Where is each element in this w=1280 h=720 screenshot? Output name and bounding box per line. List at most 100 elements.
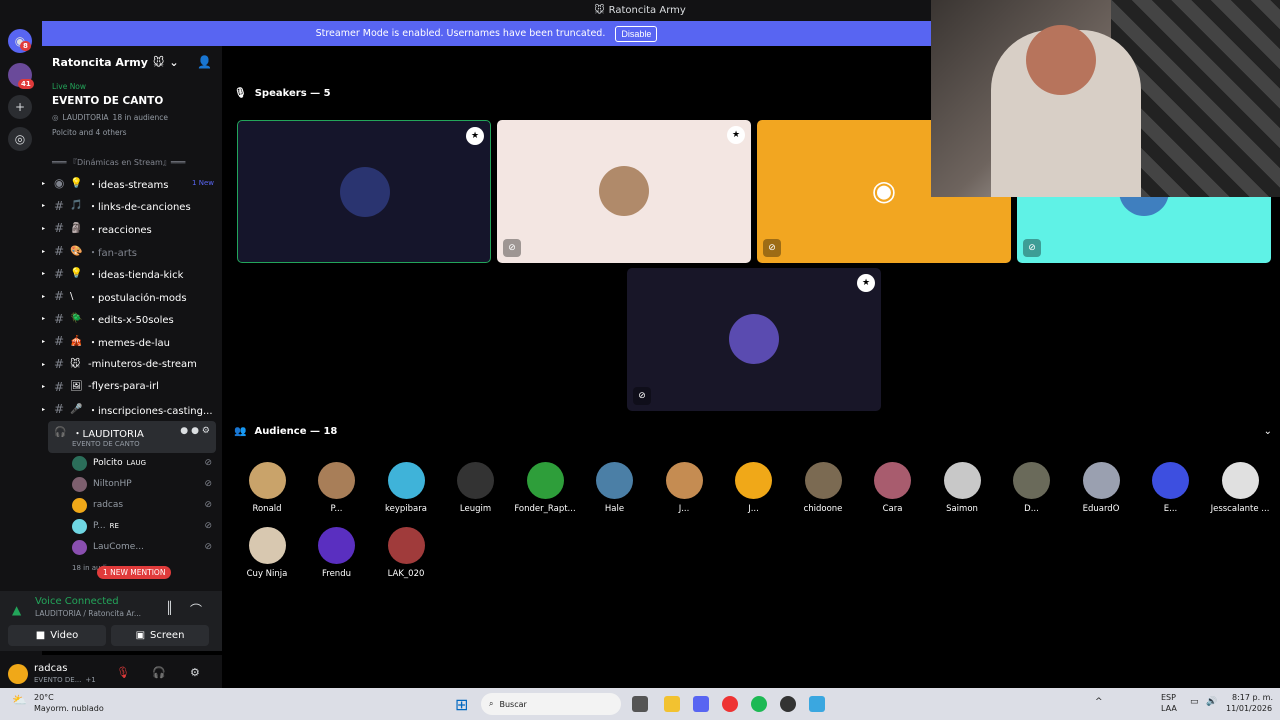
audience-member[interactable]: D...: [997, 462, 1067, 514]
avatar: [457, 462, 494, 499]
avatar: [599, 166, 649, 216]
voice-channel-icon: ◉: [54, 176, 65, 191]
audience-member[interactable]: Fonder_Rapt...: [510, 462, 580, 514]
live-status: Live Now: [52, 82, 87, 91]
chrome-icon[interactable]: [722, 696, 738, 712]
server-title-emoji: 🐭: [594, 5, 605, 16]
headphone-icon: 🎧: [54, 426, 67, 438]
channel-item[interactable]: ▸ # 🖼 -flyers-para-irl: [42, 375, 222, 398]
tray-chevron-icon[interactable]: ^: [1095, 697, 1103, 707]
category-header[interactable]: ═══ 『Dinámicas en Stream』═══: [42, 143, 222, 172]
mic-muted-icon[interactable]: 🎙: [116, 666, 130, 679]
hash-icon: #: [54, 334, 65, 349]
voice-user[interactable]: NiltonHP ⊘: [42, 474, 222, 495]
audience-member[interactable]: EduardO: [1066, 462, 1136, 514]
avatar: [318, 462, 355, 499]
webcam-overlay: [931, 0, 1280, 197]
audience-member[interactable]: Hale: [580, 462, 650, 514]
channel-item[interactable]: ▸ # 🪲 ・edits-x-50soles: [42, 308, 222, 331]
stage-channel-lauditoria[interactable]: 🎧 ・LAUDITORIA EVENTO DE CANTO ● ● ⚙: [48, 420, 216, 453]
lang-primary[interactable]: ESP: [1161, 693, 1176, 702]
search-icon: ⌕: [489, 699, 494, 708]
channel-item[interactable]: ▸ # 💡 ・ideas-tienda-kick: [42, 262, 222, 285]
audience-member[interactable]: Cuy Ninja: [232, 527, 302, 579]
channel-emoji: 🪲: [70, 313, 83, 325]
add-server-icon[interactable]: +: [8, 95, 32, 119]
volume-icon[interactable]: 🔊: [1206, 697, 1217, 707]
clock-date[interactable]: 11/01/2026: [1226, 704, 1272, 713]
audience-member[interactable]: P...: [302, 462, 372, 514]
audience-member[interactable]: Cara: [858, 462, 928, 514]
members-icon[interactable]: ●: [191, 426, 199, 436]
disable-streamer-mode-button[interactable]: Disable: [615, 25, 658, 42]
channel-item[interactable]: ▸ # 🎨 ・fan-arts: [42, 240, 222, 263]
disconnect-icon[interactable]: ⌒: [190, 601, 202, 618]
audience-member[interactable]: Jesscalante ...: [1205, 462, 1275, 514]
speaker-tile[interactable]: ★: [237, 120, 491, 263]
audience-member[interactable]: J...: [649, 462, 719, 514]
voice-user-name: LauCome...: [93, 542, 144, 553]
chat-icon[interactable]: ●: [180, 426, 188, 436]
channel-item[interactable]: ▸ ◉ 💡 ・ideas-streams 1 New: [42, 172, 222, 195]
avatar: [1013, 462, 1050, 499]
channel-item[interactable]: ▸ # 🗿 ・reacciones: [42, 217, 222, 240]
server-header[interactable]: Ratoncita Army 🐭 ⌄ 👤: [42, 46, 222, 78]
task-view-icon[interactable]: [632, 696, 648, 712]
voice-user[interactable]: P... RE ⊘: [42, 516, 222, 537]
lang-secondary[interactable]: LAA: [1161, 704, 1177, 713]
speaker-tile[interactable]: ★ ⊘: [497, 120, 751, 263]
streamer-mode-bar: Streamer Mode is enabled. Usernames have…: [42, 21, 931, 46]
voice-user[interactable]: LauCome... ⊘: [42, 537, 222, 558]
channel-item[interactable]: ▸ # \ ・postulación-mods: [42, 285, 222, 308]
mic-muted-icon: ⊘: [503, 239, 521, 257]
new-mention-pill[interactable]: 1 NEW MENTION: [97, 566, 172, 579]
screen-button[interactable]: ▣ Screen: [111, 625, 209, 646]
taskbar-search[interactable]: ⌕ Buscar: [481, 693, 621, 715]
audience-member[interactable]: Leugim: [441, 462, 511, 514]
soundboard-icon[interactable]: ║: [166, 601, 173, 615]
audience-member[interactable]: E...: [1136, 462, 1206, 514]
screen-label: Screen: [150, 630, 185, 641]
avatar: [735, 462, 772, 499]
audience-member[interactable]: LAK_020: [371, 527, 441, 579]
file-explorer-icon[interactable]: [664, 696, 680, 712]
voice-user-list: Polcito LAUG ⊘ NiltonHP ⊘ radcas ⊘ P... RE ⊘ LauCo…: [42, 453, 222, 579]
channel-item[interactable]: ▸ # 🎪 ・memes-de-lau: [42, 330, 222, 353]
speaker-tile[interactable]: ★ ⊘: [627, 268, 881, 411]
hash-icon: #: [54, 311, 65, 326]
discover-icon[interactable]: ◎: [8, 127, 32, 151]
channel-name: ・reacciones: [88, 224, 152, 236]
audience-member[interactable]: chidoone: [788, 462, 858, 514]
audience-member[interactable]: J...: [719, 462, 789, 514]
network-icon[interactable]: ▭: [1190, 697, 1199, 707]
clock-time[interactable]: 8:17 p. m.: [1232, 693, 1273, 702]
collapse-chevron-icon[interactable]: ⌄: [1264, 426, 1272, 437]
voice-panel: ▲ Voice Connected LAUDITORIA / Ratoncita…: [0, 591, 222, 651]
weather-icon[interactable]: ⛅: [12, 693, 27, 707]
gear-icon[interactable]: ⚙: [190, 666, 200, 679]
channel-item[interactable]: ▸ # 🎤 ・inscripciones-casting...: [42, 398, 222, 421]
video-button[interactable]: ■ Video: [8, 625, 106, 646]
discord-taskbar-icon[interactable]: [693, 696, 709, 712]
audience-member[interactable]: Ronald: [232, 462, 302, 514]
live-event-card[interactable]: Live Now EVENTO DE CANTO ◎ LAUDITORIA 18 i…: [42, 82, 222, 137]
channel-list: ▸ ◉ 💡 ・ideas-streams 1 New ▸ # 🎵 ・links-de-canci…: [42, 172, 222, 421]
audience-member[interactable]: Frendu: [302, 527, 372, 579]
avatar: [72, 497, 87, 513]
channel-item[interactable]: ▸ # 🎵 ・links-de-canciones: [42, 195, 222, 218]
audience-member[interactable]: keypibara: [371, 462, 441, 514]
spotify-icon[interactable]: [751, 696, 767, 712]
channel-item[interactable]: ▸ # 🐭 -minuteros-de-stream: [42, 353, 222, 376]
voice-user[interactable]: Polcito LAUG ⊘: [42, 453, 222, 474]
notepad-icon[interactable]: [809, 696, 825, 712]
settings-icon[interactable]: ⚙: [202, 426, 210, 436]
audience-name: D...: [1024, 504, 1039, 514]
voice-user[interactable]: radcas ⊘: [42, 495, 222, 516]
audience-member[interactable]: Saimon: [927, 462, 997, 514]
obs-icon[interactable]: [780, 696, 796, 712]
invite-people-icon[interactable]: 👤: [197, 55, 212, 69]
headphones-icon[interactable]: 🎧: [152, 666, 166, 679]
avatar[interactable]: [8, 664, 28, 684]
windows-start-icon[interactable]: ⊞: [455, 695, 468, 714]
hash-icon: #: [54, 221, 65, 236]
